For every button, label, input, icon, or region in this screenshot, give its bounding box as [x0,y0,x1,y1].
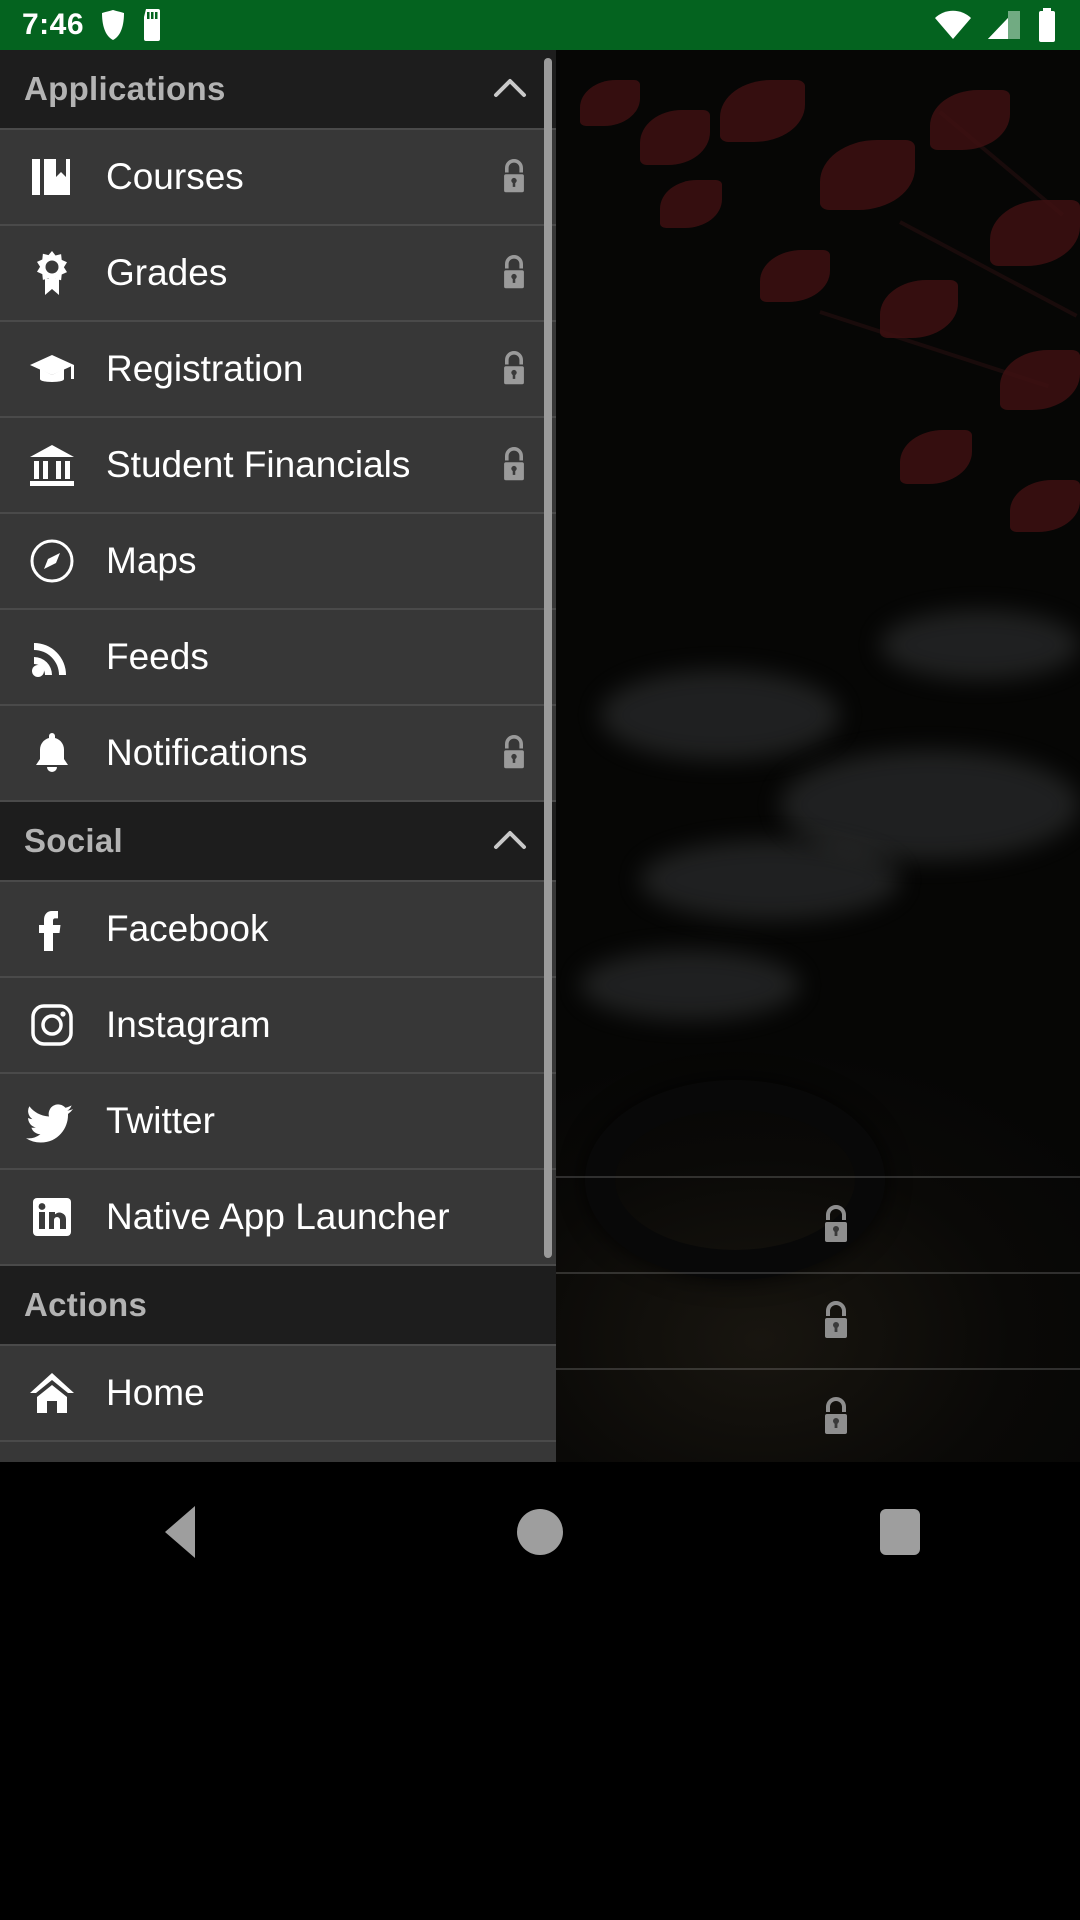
drawer-item-native-app-launcher[interactable]: Native App Launcher [0,1170,556,1266]
status-bar-clock: 7:46 [22,8,85,41]
wifi-icon [934,9,972,41]
drawer-item-label: Twitter [106,1100,215,1141]
sd-card-icon [142,9,164,41]
lock-icon [494,347,534,391]
lock-icon [494,443,534,487]
compass-icon [24,533,80,589]
drawer-item-facebook[interactable]: Facebook [0,882,556,978]
section-header-applications[interactable]: Applications [0,50,556,130]
drawer-item-label: Courses [106,156,244,197]
phone-screen: 7:46 Applications Courses Grades Registr… [0,0,1080,1920]
drawer-item-notifications[interactable]: Notifications [0,706,556,802]
rss-icon [24,629,80,685]
chevron-up-icon[interactable] [488,67,532,111]
drawer-item-label: Native App Launcher [106,1196,450,1237]
section-header-social[interactable]: Social [0,802,556,882]
recents-button[interactable] [840,1462,960,1602]
drawer-item-maps[interactable]: Maps [0,514,556,610]
drawer-item-label: Notifications [106,732,308,773]
chevron-up-icon[interactable] [488,819,532,863]
linkedin-icon [24,1189,80,1245]
drawer-item-home[interactable]: Home [0,1346,556,1442]
back-button[interactable] [120,1462,240,1602]
bank-icon [24,437,80,493]
drawer-item-grades[interactable]: Grades [0,226,556,322]
section-title: Actions [24,1286,148,1323]
lock-icon [494,251,534,295]
bell-icon [24,725,80,781]
section-header-actions[interactable]: Actions [0,1266,556,1346]
drawer-item-label: Student Financials [106,444,411,485]
drawer-item-courses[interactable]: Courses [0,130,556,226]
lock-icon [816,1202,856,1248]
triangle-left-icon [165,1506,195,1558]
android-navigation-bar [0,1462,1080,1920]
book-icon [24,149,80,205]
lock-icon [494,731,534,775]
drawer-item-instagram[interactable]: Instagram [0,978,556,1074]
lock-icon [816,1394,856,1440]
circle-icon [517,1509,563,1555]
cellular-signal-icon [986,9,1022,41]
drawer-item-label: Grades [106,252,228,293]
section-title: Applications [24,70,226,107]
drawer-item-label: Registration [106,348,304,389]
drawer-item-label: Instagram [106,1004,271,1045]
lock-icon [816,1298,856,1344]
square-icon [880,1509,920,1555]
drawer-item-label: Facebook [106,908,269,949]
award-icon [24,245,80,301]
instagram-icon [24,997,80,1053]
drawer-item-label: Maps [106,540,197,581]
drawer-item-feeds[interactable]: Feeds [0,610,556,706]
drawer-item-label: Feeds [106,636,209,677]
shield-icon [100,9,126,41]
drawer-item-label: Home [106,1372,205,1413]
drawer-item-registration[interactable]: Registration [0,322,556,418]
drawer-item-twitter[interactable]: Twitter [0,1074,556,1170]
status-bar: 7:46 [0,0,1080,50]
twitter-icon [24,1093,80,1149]
lock-icon [494,155,534,199]
navigation-drawer[interactable]: Applications Courses Grades Registration… [0,50,556,1462]
home-icon [24,1365,80,1421]
drawer-item-student-financials[interactable]: Student Financials [0,418,556,514]
graduation-cap-icon [24,341,80,397]
facebook-icon [24,901,80,957]
background-list-rows [556,50,1080,1464]
battery-icon [1036,8,1058,42]
home-button[interactable] [480,1462,600,1602]
section-title: Social [24,822,124,859]
drawer-scrollbar-thumb[interactable] [544,58,552,1258]
